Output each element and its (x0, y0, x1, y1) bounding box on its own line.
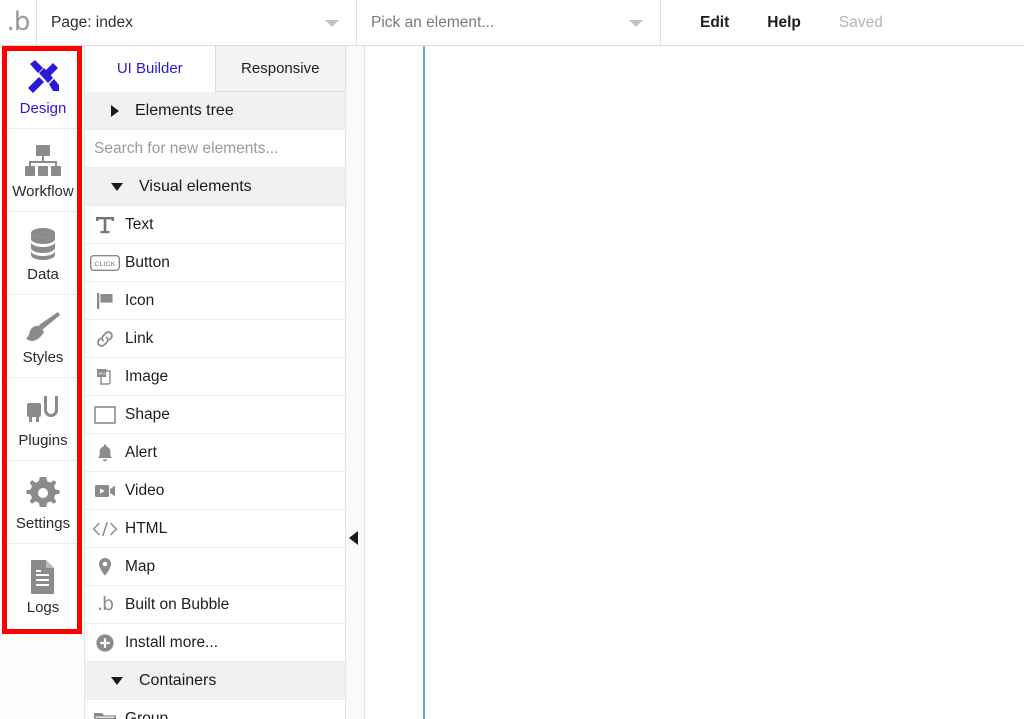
logs-document-icon (28, 556, 58, 598)
tab-label: Responsive (241, 60, 320, 77)
sidebar-item-label: Settings (15, 515, 71, 532)
sidebar-item-design[interactable]: Design (7, 46, 79, 129)
svg-text:JPG: JPG (98, 371, 106, 376)
canvas-guide-line (423, 46, 425, 719)
sidebar-item-label: Plugins (18, 432, 68, 449)
page-selector-label: Page: index (51, 13, 133, 31)
element-selector[interactable]: Pick an element... (357, 0, 660, 45)
tab-label: UI Builder (116, 60, 183, 77)
search-input[interactable] (94, 139, 324, 158)
folder-icon (85, 710, 125, 719)
plugins-plug-icon (25, 389, 61, 431)
element-label: Link (125, 329, 154, 347)
sidebar-item-settings[interactable]: Settings (7, 461, 79, 544)
video-camera-icon (85, 483, 125, 499)
elements-tree-label: Elements tree (135, 101, 234, 119)
section-visual-elements[interactable]: Visual elements (85, 168, 345, 206)
element-label: Alert (125, 443, 157, 461)
section-label: Containers (139, 671, 217, 689)
data-database-icon (26, 223, 60, 265)
bubble-logo-icon: .b (96, 593, 114, 615)
link-chain-icon (85, 329, 125, 349)
bubble-logo-glyph: .b (6, 6, 31, 37)
panel-collapse-strip[interactable] (346, 46, 365, 719)
element-search-row[interactable] (85, 130, 345, 168)
button-click-icon: CLICK (85, 254, 125, 271)
settings-gear-icon (26, 472, 60, 514)
image-jpg-icon: JPG (85, 367, 125, 387)
workflow-hierarchy-icon (24, 140, 62, 182)
chevron-down-icon (629, 19, 643, 27)
element-label: Button (125, 253, 170, 271)
sidebar-item-label: Logs (26, 598, 60, 616)
element-item-html[interactable]: HTML (85, 510, 345, 548)
triangle-down-icon (111, 182, 123, 191)
element-item-link[interactable]: Link (85, 320, 345, 358)
element-item-map[interactable]: Map (85, 548, 345, 586)
section-containers[interactable]: Containers (85, 662, 345, 700)
sidebar-item-label: Data (27, 266, 59, 283)
element-label: Group (125, 709, 169, 719)
plus-circle-icon (85, 633, 125, 653)
text-serif-t-icon (85, 215, 125, 235)
chevron-down-icon (325, 19, 339, 27)
sidebar-item-data[interactable]: Data (7, 212, 79, 295)
sidebar-item-plugins[interactable]: Plugins (7, 378, 79, 461)
element-item-install-more[interactable]: Install more... (85, 624, 345, 662)
element-label: Map (125, 557, 156, 575)
menu-item-help[interactable]: Help (748, 0, 820, 46)
element-item-shape[interactable]: Shape (85, 396, 345, 434)
sidebar-item-workflow[interactable]: Workflow (7, 129, 79, 212)
html-code-brackets-icon (85, 521, 125, 537)
svg-text:CLICK: CLICK (94, 261, 115, 268)
elements-panel: UI Builder Responsive Elements tree Visu… (85, 46, 346, 719)
sidebar-item-label: Workflow (12, 183, 74, 200)
element-item-alert[interactable]: Alert (85, 434, 345, 472)
element-item-image[interactable]: JPG Image (85, 358, 345, 396)
triangle-down-icon (111, 676, 123, 685)
sidebar-item-label: Design (19, 100, 67, 117)
element-item-group[interactable]: Group (85, 700, 345, 719)
element-label: Install more... (125, 633, 219, 651)
element-item-video[interactable]: Video (85, 472, 345, 510)
panel-tabs: UI Builder Responsive (85, 46, 345, 92)
sidebar-item-label: Styles (22, 349, 64, 366)
top-bar: .b Page: index Pick an element... Edit H… (0, 0, 1024, 46)
flag-icon (85, 291, 125, 311)
element-label: Built on Bubble (125, 595, 230, 613)
map-pin-icon (85, 557, 125, 577)
save-status-label: Saved (838, 13, 883, 31)
element-selector-label: Pick an element... (371, 13, 495, 31)
top-menu: Edit Help Saved (661, 0, 902, 45)
element-label: Icon (125, 291, 155, 309)
left-icon-rail: Design Workflow Data Styles Plugins Sett… (0, 46, 85, 719)
element-label: Image (125, 367, 169, 385)
element-label: Video (125, 481, 165, 499)
menu-item-edit[interactable]: Edit (681, 0, 748, 46)
element-item-built-on-bubble[interactable]: .b Built on Bubble (85, 586, 345, 624)
tab-ui-builder[interactable]: UI Builder (85, 46, 216, 92)
element-label: Text (125, 215, 154, 233)
bubble-logo-icon[interactable]: .b (0, 0, 36, 45)
tab-responsive[interactable]: Responsive (215, 46, 345, 92)
element-item-icon[interactable]: Icon (85, 282, 345, 320)
alert-bell-icon (85, 443, 125, 463)
element-item-text[interactable]: Text (85, 206, 345, 244)
element-label: HTML (125, 519, 168, 537)
sidebar-item-styles[interactable]: Styles (7, 295, 79, 378)
styles-paintbrush-icon (25, 306, 61, 348)
design-pencil-ruler-icon (23, 57, 63, 99)
element-label: Shape (125, 405, 170, 423)
page-selector[interactable]: Page: index (37, 0, 356, 45)
elements-tree-toggle[interactable]: Elements tree (85, 92, 345, 130)
design-canvas[interactable] (365, 46, 1024, 719)
element-item-button[interactable]: CLICK Button (85, 244, 345, 282)
sidebar-item-logs[interactable]: Logs (7, 544, 79, 627)
triangle-right-icon (111, 104, 119, 117)
section-label: Visual elements (139, 177, 252, 195)
shape-rectangle-icon (85, 405, 125, 424)
triangle-left-icon[interactable] (349, 531, 358, 545)
